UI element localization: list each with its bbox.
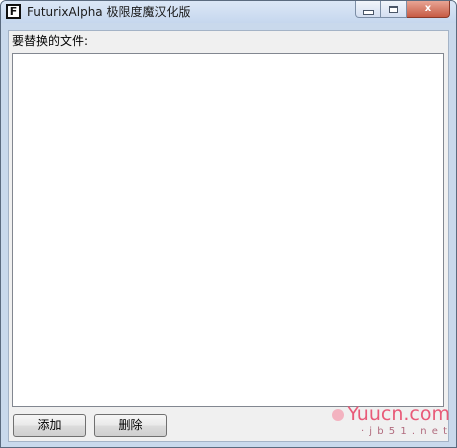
delete-button[interactable]: 删除	[94, 414, 167, 437]
client-area: 要替换的文件: 添加 删除	[8, 30, 449, 442]
title-bar[interactable]: F FuturixAlpha 极限度魔汉化版 x	[1, 1, 456, 23]
minimize-icon	[362, 9, 374, 15]
file-list-label: 要替换的文件:	[12, 34, 89, 48]
maximize-button[interactable]	[381, 1, 407, 18]
close-button[interactable]: x	[407, 1, 450, 18]
close-icon: x	[424, 3, 432, 14]
caption-buttons: x	[355, 1, 450, 19]
window-title: FuturixAlpha 极限度魔汉化版	[27, 5, 191, 19]
app-window: F FuturixAlpha 极限度魔汉化版 x 要替换的文件: 添加 删除 Y…	[0, 0, 457, 448]
minimize-button[interactable]	[355, 1, 381, 18]
app-f-icon: F	[6, 4, 21, 19]
file-list[interactable]	[12, 53, 444, 407]
add-button[interactable]: 添加	[13, 414, 86, 437]
maximize-icon	[389, 5, 398, 13]
